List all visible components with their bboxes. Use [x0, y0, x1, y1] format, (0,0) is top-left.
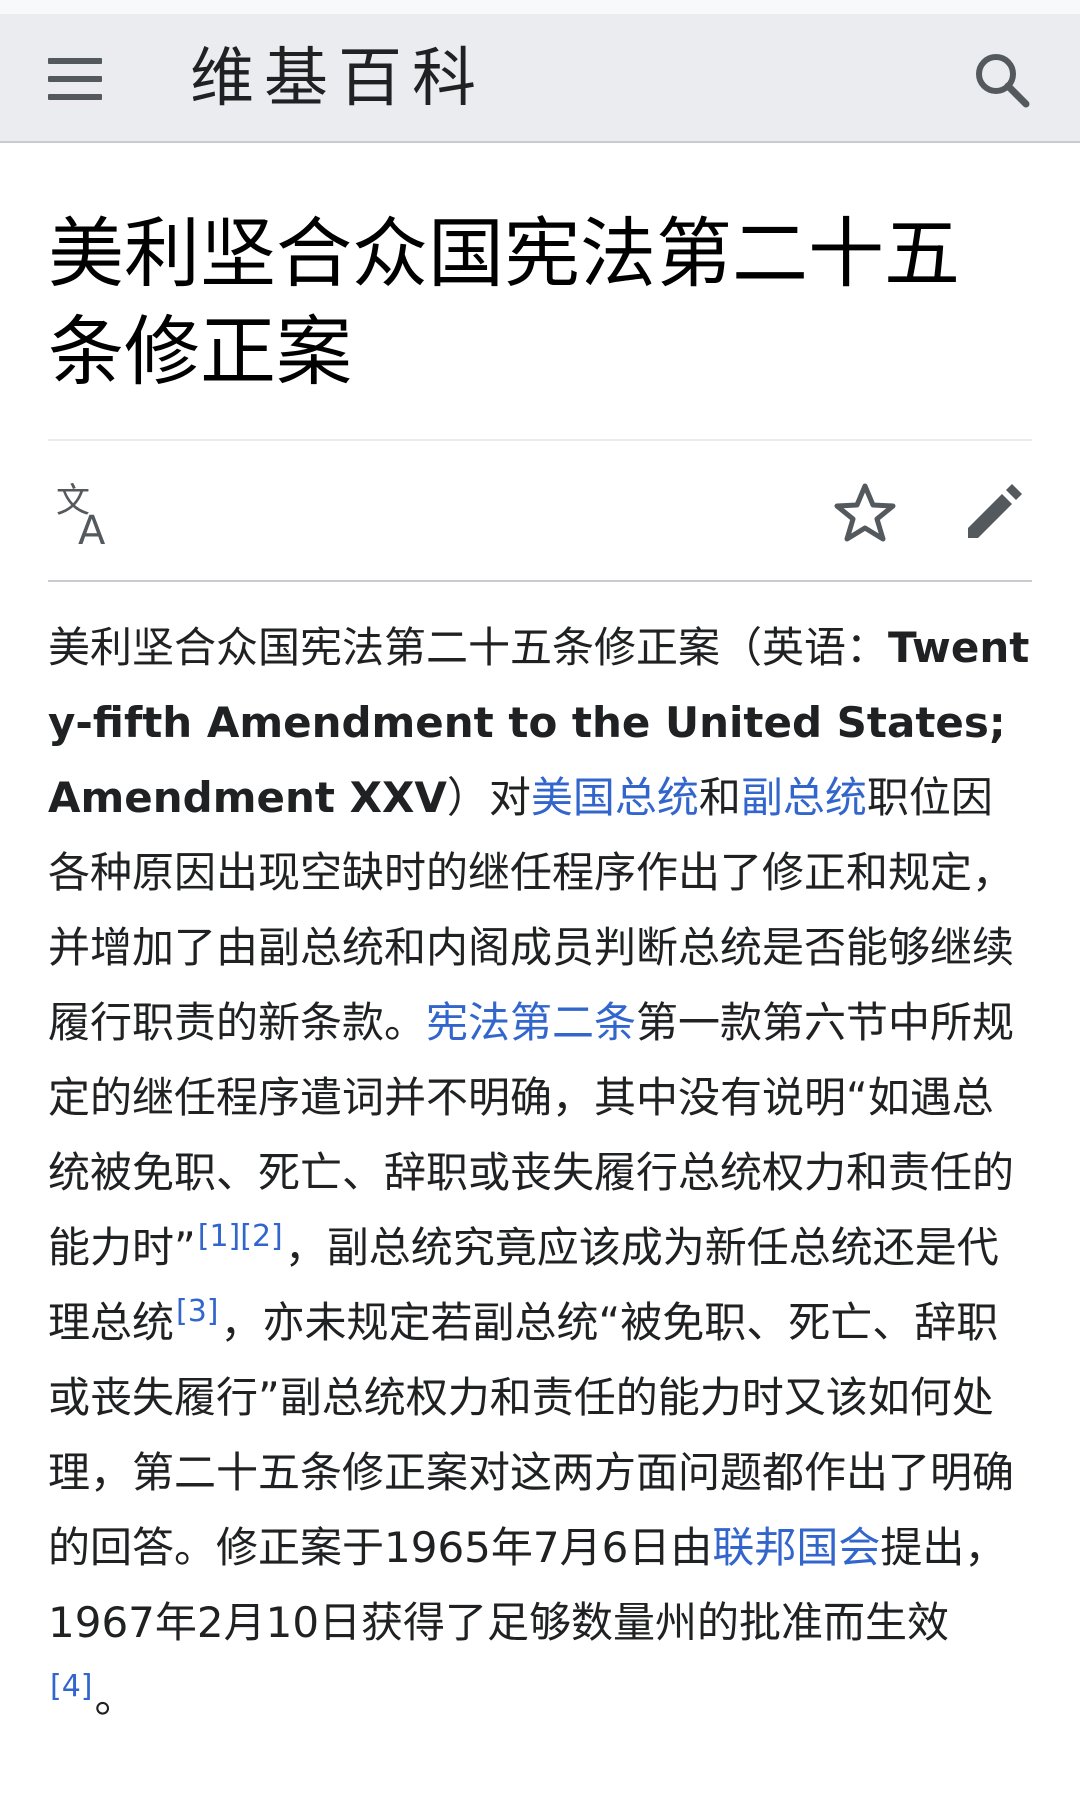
link-congress[interactable]: 联邦国会 — [712, 1523, 880, 1572]
reference-4[interactable]: [4] — [50, 1669, 93, 1704]
wikipedia-wordmark[interactable]: 维基百科 — [190, 34, 486, 124]
lead-text-9: 。 — [94, 1673, 137, 1722]
edit-button[interactable] — [958, 478, 1028, 548]
lead-paragraph: 美利坚合众国宪法第二十五条修正案（英语：Twenty-fifth Amendme… — [48, 610, 1032, 1735]
status-bar-strip — [0, 0, 1080, 14]
title-divider — [48, 439, 1032, 441]
link-us-president[interactable]: 美国总统 — [531, 773, 699, 822]
language-button[interactable]: 文 A — [52, 478, 122, 554]
reference-3[interactable]: [3] — [176, 1294, 219, 1329]
link-vice-president[interactable]: 副总统 — [741, 773, 867, 822]
star-icon — [834, 483, 896, 542]
page-title: 美利坚合众国宪法第二十五条修正案 — [48, 209, 960, 396]
link-constitution-article-2[interactable]: 宪法第二条 — [426, 998, 636, 1047]
reference-1[interactable]: [1] — [198, 1219, 241, 1254]
svg-text:A: A — [78, 508, 106, 548]
lead-text-3: 和 — [698, 773, 741, 822]
lead-text-1: 美利坚合众国宪法第二十五条修正案（英语： — [48, 623, 889, 672]
reference-2[interactable]: [2] — [240, 1219, 283, 1254]
search-icon[interactable] — [972, 50, 1032, 110]
lead-text-2: ）对 — [446, 773, 531, 822]
mobile-wiki-page: 维基百科 美利坚合众国宪法第二十五条修正案 文 A 美利坚合众国宪法第二十五条修… — [0, 0, 1080, 1810]
site-header: 维基百科 — [0, 14, 1080, 143]
watch-star-button[interactable] — [830, 478, 900, 548]
translate-icon: 文 A — [56, 481, 106, 554]
hamburger-menu-icon[interactable] — [48, 54, 102, 104]
actions-divider — [48, 580, 1032, 582]
pencil-icon — [968, 484, 1022, 538]
